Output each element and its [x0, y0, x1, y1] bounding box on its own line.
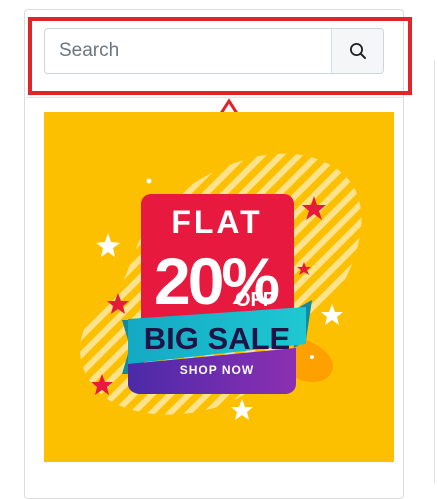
search-button[interactable]: [331, 29, 383, 73]
search-bar: [44, 28, 384, 74]
search-input[interactable]: [45, 29, 331, 73]
banner-cta-text: SHOP NOW: [180, 363, 254, 377]
sale-banner-image[interactable]: FLAT 20% OFF BIG SALE SHOP NOW: [44, 112, 394, 462]
banner-off-text: OFF: [235, 289, 275, 311]
banner-flat-text: FLAT: [171, 204, 262, 240]
search-icon: [349, 43, 366, 59]
page-edge-divider: [434, 60, 435, 483]
